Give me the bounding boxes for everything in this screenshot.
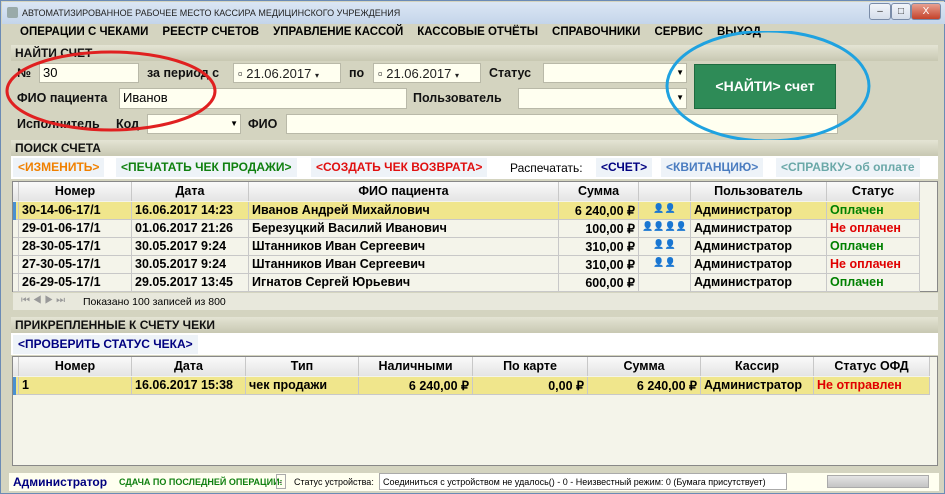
column-header: Кассир [701,357,814,376]
table-row[interactable]: 30-14-06-17/1 16.06.2017 14:23 Иванов Андр… [13,202,920,220]
table-cell: Игнатов Сергей Юрьевич [249,274,559,292]
column-header: Статус ОФД [814,357,930,376]
doctor-icons: 👤👤 [639,256,691,274]
blue-highlight-ellipse [665,31,871,143]
table-cell: 0,00 ₽ [473,377,588,395]
change-label: СДАЧА ПО ПОСЛЕДНЕЙ ОПЕРАЦИИ: [119,477,283,487]
table-cell: Администратор [691,220,827,238]
close-button[interactable]: X [911,3,941,20]
table-cell: Не оплачен [827,256,920,274]
table-cell: 1 [19,377,132,395]
table-cell: Березуцкий Василий Иванович [249,220,559,238]
table-cell: 6 240,00 ₽ [588,377,701,395]
table-row[interactable]: 29-01-06-17/1 01.06.2017 21:26 Березуцкий … [13,220,920,238]
window-title: АВТОМАТИЗИРОВАННОЕ РАБОЧЕЕ МЕСТО КАССИРА… [22,8,401,18]
column-header: По карте [473,357,588,376]
table-cell: Администратор [691,238,827,256]
table-cell: 29.05.2017 13:45 [132,274,249,292]
doctor-icons: 👤👤👤👤 [639,220,691,238]
table-row[interactable]: 26-29-05-17/1 29.05.2017 13:45 Игнатов Сер… [13,274,920,292]
table-cell: 310,00 ₽ [559,256,639,274]
print-label: Распечатать: [510,161,583,175]
print-certificate-button[interactable]: <СПРАВКУ> об оплате [776,158,920,177]
table-row[interactable]: 27-30-05-17/1 30.05.2017 9:24 Штанников Ив… [13,256,920,274]
table-cell: Штанников Иван Сергеевич [249,238,559,256]
table-cell: Оплачен [827,202,920,220]
create-return-button[interactable]: <СОЗДАТЬ ЧЕК ВОЗВРАТА> [311,158,488,177]
column-header: Номер [19,357,132,376]
title-bar: АВТОМАТИЗИРОВАННОЕ РАБОЧЕЕ МЕСТО КАССИРА… [2,2,945,24]
device-status-label: Статус устройства: [294,477,374,487]
table-cell: Иванов Андрей Михайлович [249,202,559,220]
table-cell: чек продажи [246,377,359,395]
table-cell: 16.06.2017 14:23 [132,202,249,220]
pager-text: Показано 100 записей из 800 [83,296,226,308]
search-section-title: ПОИСК СЧЕТА [11,140,938,156]
column-header: Сумма [559,182,639,201]
annotation-overlay [5,31,871,143]
table-cell: 28-30-05-17/1 [19,238,132,256]
column-header: ФИО пациента [249,182,559,201]
column-header: Наличными [359,357,473,376]
table-cell: Администратор [691,256,827,274]
table-cell: 27-30-05-17/1 [19,256,132,274]
table-cell: 6 240,00 ₽ [359,377,473,395]
table-cell: 01.06.2017 21:26 [132,220,249,238]
print-invoice-button[interactable]: <СЧЕТ> [596,158,653,177]
device-status-value: Соединиться с устройством не удалось() -… [379,473,787,490]
checks-section-title: ПРИКРЕПЛЕННЫЕ К СЧЕТУ ЧЕКИ [11,317,938,333]
column-header: Тип [246,357,359,376]
minimize-button[interactable]: – [869,3,891,20]
invoices-table: Номер Дата ФИО пациента Сумма Пользователь Ст… [12,181,938,292]
table-cell: Администратор [691,202,827,220]
table-cell: Администратор [691,274,827,292]
main-window: АВТОМАТИЗИРОВАННОЕ РАБОЧЕЕ МЕСТО КАССИРА… [0,0,945,494]
table-row[interactable]: 28-30-05-17/1 30.05.2017 9:24 Штанников Ив… [13,238,920,256]
current-user: Администратор [13,475,108,489]
print-sale-button[interactable]: <ПЕЧАТАТЬ ЧЕК ПРОДАЖИ> [116,158,297,177]
doctor-icons: 👤👤 [639,238,691,256]
table-cell: Не оплачен [827,220,920,238]
table-cell: Оплачен [827,274,920,292]
table-row[interactable]: 1 16.06.2017 15:38 чек продажи 6 240,00 ₽0,… [13,377,930,395]
column-header: Сумма [588,357,701,376]
table-cell: 26-29-05-17/1 [19,274,132,292]
table-cell: 30.05.2017 9:24 [132,256,249,274]
edit-button[interactable]: <ИЗМЕНИТЬ> [13,158,105,177]
table-cell: 6 240,00 ₽ [559,202,639,220]
column-header: Статус [827,182,920,201]
column-header: Номер [19,182,132,201]
table-cell: 30-14-06-17/1 [19,202,132,220]
column-header: Пользователь [691,182,827,201]
doctor-icons: 👤👤 [639,202,691,220]
progress-bar [827,475,929,488]
print-receipt-button[interactable]: <КВИТАНЦИЮ> [661,158,764,177]
column-header: Дата [132,182,249,201]
checks-table: Номер Дата Тип Наличными По карте Сумма Кассир… [12,356,938,466]
pager: ⏮ ◀ ▶ ⏭ Показано 100 записей из 800 [13,293,938,310]
doctor-icons [639,274,691,292]
change-value: - [276,474,286,489]
table-cell: 600,00 ₽ [559,274,639,292]
table-cell: Не отправлен [814,377,930,395]
check-status-button[interactable]: <ПРОВЕРИТЬ СТАТУС ЧЕКА> [13,335,198,354]
table-cell: 100,00 ₽ [559,220,639,238]
table-header: Номер Дата ФИО пациента Сумма Пользователь Ст… [13,182,920,201]
red-highlight-ellipse [5,50,217,132]
table-header: Номер Дата Тип Наличными По карте Сумма Кассир… [13,357,930,376]
table-cell: 29-01-06-17/1 [19,220,132,238]
table-cell: Администратор [701,377,814,395]
app-icon [7,7,18,18]
pager-nav-icons[interactable]: ⏮ ◀ ▶ ⏭ [21,295,65,306]
table-cell: 310,00 ₽ [559,238,639,256]
column-header: Дата [132,357,246,376]
table-cell: 30.05.2017 9:24 [132,238,249,256]
status-bar: Администратор СДАЧА ПО ПОСЛЕДНЕЙ ОПЕРАЦИ… [9,473,939,491]
table-cell: 16.06.2017 15:38 [132,377,246,395]
column-header [639,182,691,201]
maximize-button[interactable]: □ [891,3,911,20]
table-cell: Оплачен [827,238,920,256]
table-cell: Штанников Иван Сергеевич [249,256,559,274]
